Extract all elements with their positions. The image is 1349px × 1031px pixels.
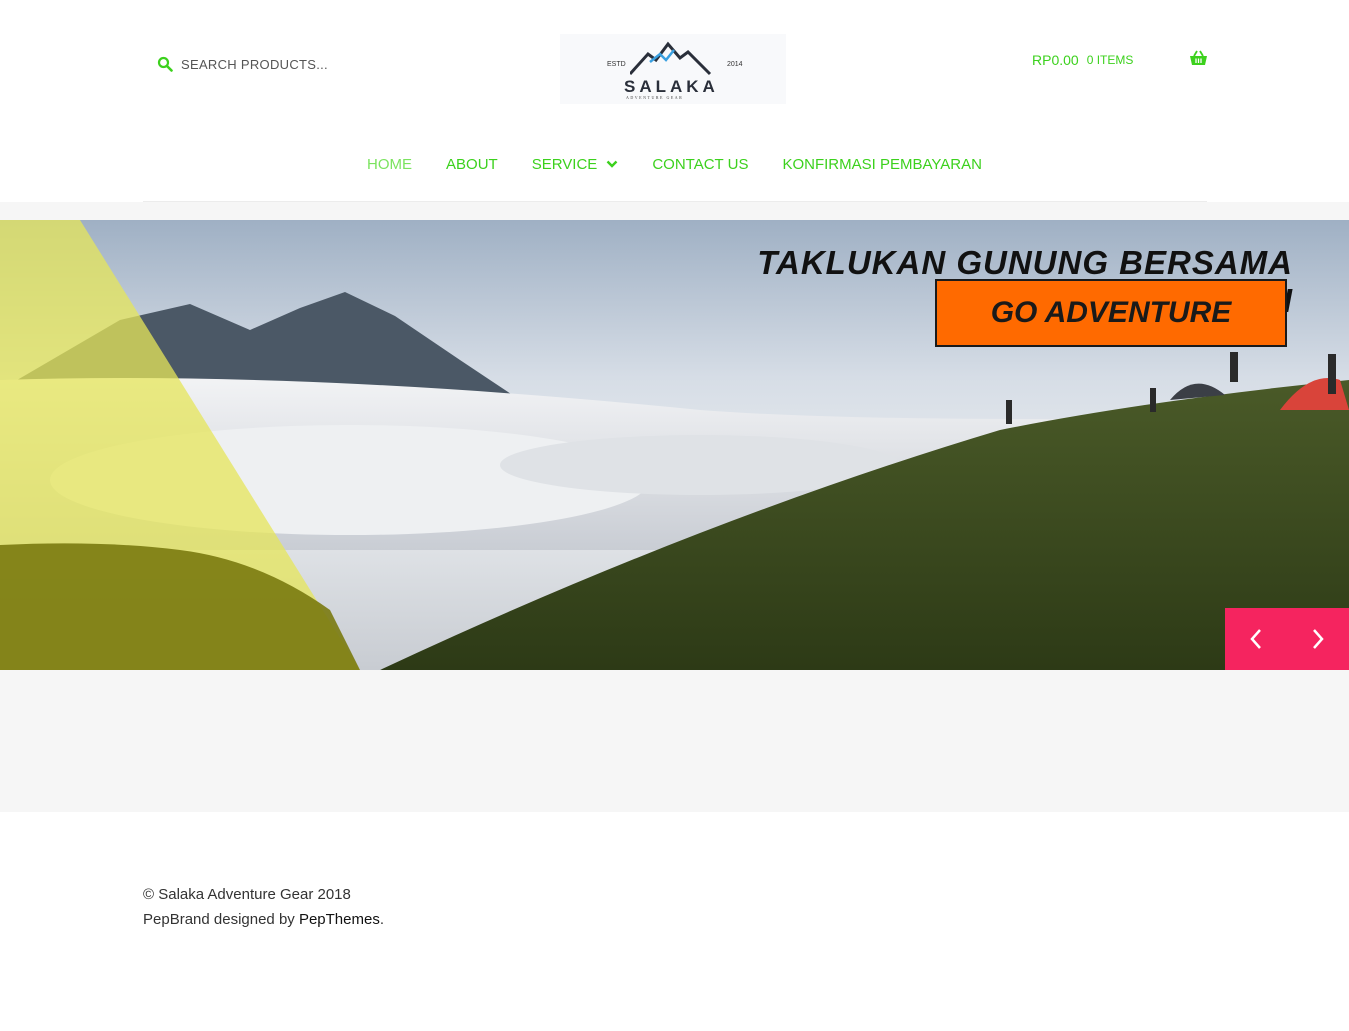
footer-credit-suffix: . bbox=[379, 911, 384, 928]
chevron-right-icon bbox=[1313, 629, 1324, 649]
footer-credit-prefix: PepBrand designed by bbox=[143, 911, 299, 928]
hero-slider: TAKLUKAN GUNUNG BERSAMA KAMI GO ADVENTUR… bbox=[0, 220, 1349, 670]
content-area bbox=[0, 670, 1349, 812]
logo-tagline: ADVENTURE GEAR bbox=[626, 95, 684, 100]
cart-item-count[interactable]: 0 ITEMS bbox=[1087, 53, 1134, 67]
chevron-down-icon[interactable] bbox=[606, 160, 618, 168]
slider-next-button[interactable] bbox=[1287, 608, 1349, 670]
logo-year: 2014 bbox=[727, 61, 743, 68]
cart-amount[interactable]: RP0.00 bbox=[1032, 52, 1079, 68]
slider-controls bbox=[1225, 608, 1349, 670]
product-search bbox=[157, 53, 377, 75]
site-footer: © Salaka Adventure Gear 2018 PepBrand de… bbox=[143, 882, 384, 932]
nav-item-konfirmasi-pembayaran[interactable]: KONFIRMASI PEMBAYARAN bbox=[782, 156, 981, 173]
nav-item-about[interactable]: ABOUT bbox=[446, 156, 498, 173]
logo-name: SALAKA bbox=[624, 77, 719, 96]
chevron-left-icon bbox=[1250, 629, 1261, 649]
pepthemes-link[interactable]: PepThemes bbox=[299, 911, 380, 928]
site-logo[interactable]: ESTD 2014 SALAKA ADVENTURE GEAR bbox=[560, 34, 786, 104]
slider-prev-button[interactable] bbox=[1225, 608, 1287, 670]
header-band bbox=[0, 202, 1349, 220]
footer-credit: PepBrand designed by PepThemes. bbox=[143, 907, 384, 932]
nav-item-contact-us[interactable]: CONTACT US bbox=[652, 156, 748, 173]
primary-navigation: HOME ABOUT SERVICE CONTACT US KONFIRMASI… bbox=[0, 150, 1349, 178]
nav-item-service[interactable]: SERVICE bbox=[532, 156, 619, 173]
site-header: ESTD 2014 SALAKA ADVENTURE GEAR RP0.00 0… bbox=[0, 0, 1349, 220]
go-adventure-button[interactable]: GO ADVENTURE bbox=[935, 279, 1287, 347]
nav-item-home[interactable]: HOME bbox=[367, 156, 412, 173]
header-cart[interactable]: RP0.00 0 ITEMS bbox=[1032, 50, 1208, 70]
nav-item-service-label: SERVICE bbox=[531, 155, 598, 173]
search-icon[interactable] bbox=[157, 56, 173, 72]
footer-copyright: © Salaka Adventure Gear 2018 bbox=[143, 886, 351, 903]
mountain-logo-icon bbox=[630, 41, 712, 76]
search-input[interactable] bbox=[181, 56, 361, 72]
logo-estd: ESTD bbox=[607, 61, 626, 68]
basket-icon[interactable] bbox=[1189, 50, 1208, 67]
